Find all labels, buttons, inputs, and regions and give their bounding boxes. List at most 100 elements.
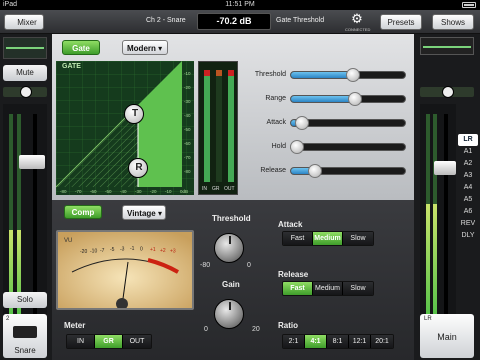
gate-hold-slider[interactable] [290, 140, 406, 154]
pan-knob[interactable] [20, 86, 32, 98]
bus-a3[interactable]: A3 [458, 170, 478, 182]
mixer-back-button[interactable]: Mixer [4, 14, 44, 30]
in-meter-peak [204, 70, 210, 76]
gate-y-tick: -70 [184, 155, 191, 160]
gate-y-tick: -10 [184, 71, 191, 76]
attack-option[interactable]: Medium [313, 232, 343, 245]
eq-thumbnail[interactable] [3, 37, 47, 59]
gate-hold-label: Hold [271, 143, 286, 150]
gate-x-tick: -30 [135, 189, 142, 194]
channel-fader[interactable] [19, 154, 45, 169]
presets-button[interactable]: Presets [380, 14, 422, 30]
bus-dly[interactable]: DLY [458, 230, 478, 242]
meter-selector[interactable]: IN GR OUT [66, 334, 152, 349]
bus-a5[interactable]: A5 [458, 194, 478, 206]
gate-y-tick: -40 [184, 113, 191, 118]
gate-x-tick: -20 [150, 189, 157, 194]
ratio-option[interactable]: 4:1 [305, 335, 327, 348]
gate-x-tick: -80 [60, 189, 67, 194]
gear-icon[interactable]: ⚙ [350, 12, 364, 26]
vu-meter-face: -20 -10 -7 -5 -3 -1 0 +1 +2 +3 VU [58, 232, 192, 310]
meter-option[interactable]: GR [95, 335, 123, 348]
release-option[interactable]: Medium [313, 282, 343, 295]
gate-y-tick: -80 [184, 169, 191, 174]
gate-attack-slider[interactable] [290, 116, 406, 130]
chevron-down-icon: ▾ [155, 44, 163, 53]
channel-meter-right [17, 114, 21, 314]
gate-enable-button[interactable]: Gate [62, 40, 100, 55]
main-fader-track [444, 114, 448, 314]
channel-select-tile[interactable]: 2 Snare [3, 314, 47, 358]
slider-fill [291, 72, 354, 78]
vu-label: VU [64, 238, 72, 244]
main-pan-slider[interactable] [420, 86, 474, 98]
gate-range-slider[interactable] [290, 92, 406, 106]
in-label: IN [202, 186, 207, 192]
attack-selector[interactable]: Fast Medium Slow [282, 231, 374, 246]
vu-meter: -20 -10 -7 -5 -3 -1 0 +1 +2 +3 VU [56, 230, 194, 310]
release-option[interactable]: Slow [343, 282, 373, 295]
threshold-handle[interactable]: T [124, 104, 144, 124]
gate-x-tick: 0dB [180, 189, 188, 194]
threshold-knob[interactable] [214, 233, 244, 263]
pan-knob[interactable] [442, 86, 454, 98]
shows-button[interactable]: Shows [432, 14, 474, 30]
slider-knob[interactable] [346, 68, 361, 82]
top-bar: Mixer Ch 2 - Snare -70.2 dB Gate Thresho… [0, 10, 480, 34]
ratio-option[interactable]: 2:1 [283, 335, 305, 348]
main-meter-right-fill [433, 204, 437, 314]
vu-tick: -10 [90, 248, 97, 254]
comp-enable-button[interactable]: Comp [64, 205, 102, 219]
mute-button[interactable]: Mute [3, 65, 47, 81]
bus-rev[interactable]: REV [458, 218, 478, 230]
threshold-min: -80 [200, 262, 211, 269]
channel-meter [9, 114, 13, 314]
release-selector[interactable]: Fast Medium Slow [282, 281, 374, 296]
vu-tick: +3 [170, 248, 176, 254]
channel-number: 2 [6, 316, 10, 322]
bus-lr[interactable]: LR [458, 134, 478, 146]
attack-option[interactable]: Slow [343, 232, 373, 245]
gate-y-tick: -60 [184, 141, 191, 146]
slider-knob[interactable] [295, 116, 310, 130]
ratio-option[interactable]: 8:1 [327, 335, 349, 348]
gate-release-slider[interactable] [290, 164, 406, 178]
slider-knob[interactable] [290, 140, 304, 154]
slider-knob[interactable] [308, 164, 323, 178]
ratio-option[interactable]: 12:1 [349, 335, 371, 348]
comp-type-dropdown[interactable]: Vintage ▾ [122, 205, 166, 220]
attack-option[interactable]: Fast [283, 232, 313, 245]
gr-meter [216, 70, 222, 182]
gate-transfer-graph[interactable]: GATE -80 -70 -60 -50 -40 -30 -20 -10 0dB -1 [55, 61, 194, 195]
bus-a2[interactable]: A2 [458, 158, 478, 170]
vu-tick: +2 [160, 248, 166, 254]
attack-label: Attack [278, 220, 303, 229]
release-option[interactable]: Fast [283, 282, 313, 295]
meter-option[interactable]: IN [67, 335, 95, 348]
solo-button[interactable]: Solo [3, 292, 47, 308]
meter-option[interactable]: OUT [123, 335, 151, 348]
gate-x-tick-labels: -80 -70 -60 -50 -40 -30 -20 -10 0dB [60, 189, 188, 194]
clock: 11:51 PM [225, 1, 255, 8]
vu-tick: -3 [120, 247, 125, 253]
ratio-selector[interactable]: 2:1 4:1 8:1 12:1 20:1 [282, 334, 394, 349]
gate-threshold-slider[interactable] [290, 68, 406, 82]
pan-slider[interactable] [3, 86, 47, 98]
slider-fill [291, 96, 356, 102]
fader-track [33, 114, 37, 314]
gate-graph-svg: -80 -70 -60 -50 -40 -30 -20 -10 0dB -10 -20 -30 -40… [55, 61, 194, 195]
ratio-option[interactable]: 20:1 [371, 335, 393, 348]
range-handle[interactable]: R [128, 158, 148, 178]
bus-a1[interactable]: A1 [458, 146, 478, 158]
gain-knob[interactable] [214, 299, 244, 329]
bus-a6[interactable]: A6 [458, 206, 478, 218]
main-fader[interactable] [434, 160, 456, 175]
slider-knob[interactable] [348, 92, 363, 106]
bus-a4[interactable]: A4 [458, 182, 478, 194]
gate-type-dropdown[interactable]: Modern ▾ [122, 40, 168, 55]
release-label: Release [278, 270, 309, 279]
vu-tick: -7 [100, 248, 105, 254]
main-eq-thumbnail[interactable] [420, 37, 474, 55]
gate-release-label: Release [260, 167, 286, 174]
main-select-tile[interactable]: LR Main [420, 314, 474, 358]
